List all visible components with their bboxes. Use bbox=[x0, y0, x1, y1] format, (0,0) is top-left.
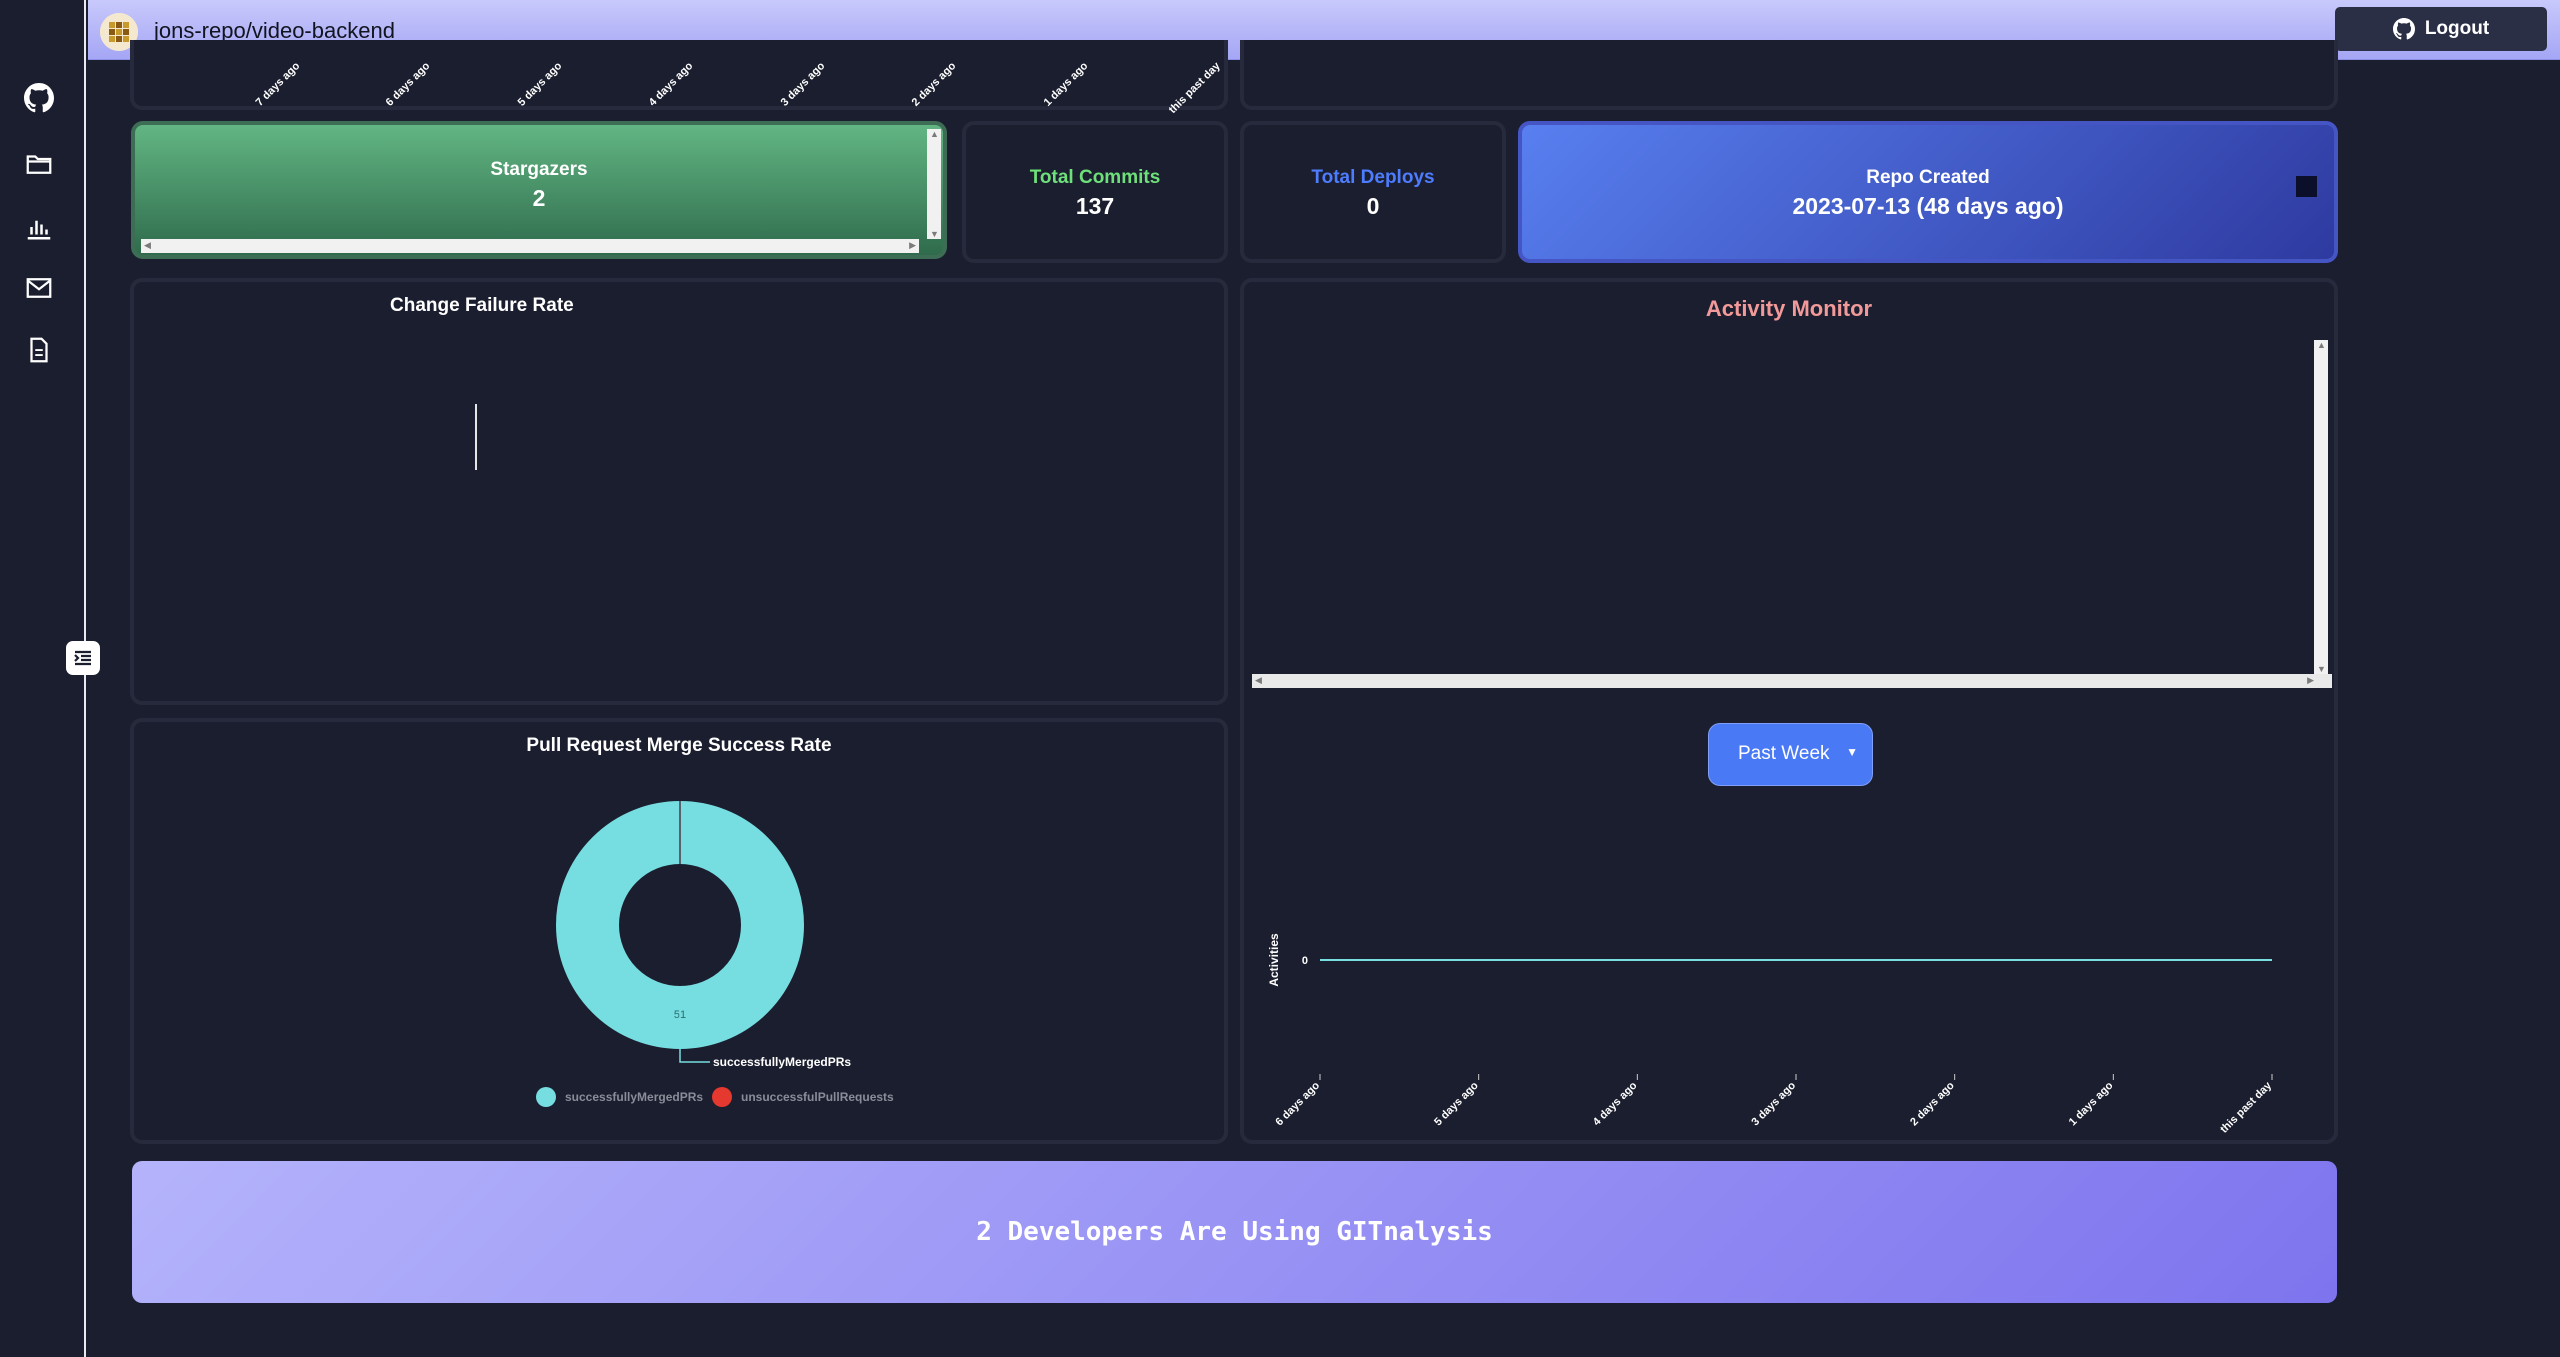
activity-line-chart: Activities 0 6 days ago 5 days ago 4 days … bbox=[1267, 933, 2275, 1136]
menu-collapse-icon bbox=[74, 650, 91, 666]
mail-icon[interactable] bbox=[22, 271, 56, 305]
x-tick-label: 3 days ago bbox=[778, 60, 828, 109]
change-failure-panel: Change Failure Rate bbox=[130, 278, 1228, 705]
top-chart-panel: 7 days ago 6 days ago 5 days ago 4 days … bbox=[130, 40, 1228, 116]
x-tick-label: this past day bbox=[2218, 1079, 2275, 1136]
top-right-panel bbox=[1240, 40, 2338, 110]
x-tick-label: 2 days ago bbox=[909, 60, 959, 109]
x-tick-label: 4 days ago bbox=[646, 60, 696, 109]
x-tick-label: 6 days ago bbox=[1273, 1079, 1322, 1128]
logout-label: Logout bbox=[2424, 18, 2490, 39]
pr-merge-title: Pull Request Merge Success Rate bbox=[526, 735, 832, 756]
deploys-value: 0 bbox=[1366, 193, 1380, 219]
github-icon[interactable] bbox=[22, 81, 56, 115]
deploys-label: Total Deploys bbox=[1311, 167, 1435, 188]
developers-banner-text: 2 Developers Are Using GITnalysis bbox=[976, 1217, 1493, 1247]
bar-chart-icon[interactable] bbox=[22, 210, 56, 244]
change-failure-mark bbox=[475, 404, 477, 470]
y-tick-label: 0 bbox=[1302, 955, 1308, 967]
repo-created-label: Repo Created bbox=[1866, 167, 1990, 188]
x-tick-label: 7 days ago bbox=[253, 60, 303, 109]
color-swatch bbox=[2296, 176, 2317, 197]
logout-button[interactable]: Logout bbox=[2335, 7, 2547, 51]
change-failure-title: Change Failure Rate bbox=[390, 295, 574, 316]
time-range-dropdown[interactable]: Past Week ▼ bbox=[1708, 723, 1873, 786]
dropdown-label: Past Week bbox=[1738, 743, 1830, 764]
vertical-scrollbar[interactable]: ▲ ▼ bbox=[2314, 340, 2328, 674]
repo-created-value: 2023-07-13 (48 days ago) bbox=[1792, 193, 2064, 219]
developers-banner: 2 Developers Are Using GITnalysis bbox=[132, 1161, 2337, 1303]
vertical-scrollbar[interactable]: ▲ ▼ bbox=[927, 129, 941, 239]
horizontal-scrollbar[interactable]: ◀ ▶ bbox=[141, 239, 919, 253]
legend-label-unsuccessful[interactable]: unsuccessfulPullRequests bbox=[741, 1090, 894, 1104]
commits-value: 137 bbox=[1075, 193, 1115, 219]
legend-dot-unsuccessful[interactable] bbox=[712, 1087, 732, 1107]
pr-donut-chart: 51 successfullyMergedPRs bbox=[556, 801, 851, 1069]
repo-created-card: Repo Created 2023-07-13 (48 days ago) bbox=[1518, 121, 2338, 263]
x-tick-label: 5 days ago bbox=[515, 60, 565, 109]
x-tick-label: 5 days ago bbox=[1432, 1079, 1481, 1128]
chevron-down-icon: ▼ bbox=[1846, 745, 1858, 759]
sidebar-toggle-button[interactable] bbox=[66, 641, 100, 675]
stargazers-card: Stargazers 2 ▲ ▼ ◀ ▶ bbox=[131, 121, 947, 259]
x-tick-label: 3 days ago bbox=[1749, 1079, 1798, 1128]
sidebar bbox=[0, 0, 86, 1357]
stargazers-value: 2 bbox=[532, 185, 546, 211]
callout-label: successfullyMergedPRs bbox=[713, 1055, 851, 1069]
document-icon[interactable] bbox=[22, 333, 56, 367]
stargazers-label: Stargazers bbox=[490, 159, 588, 180]
horizontal-scrollbar[interactable]: ◀ ▶ bbox=[1252, 674, 2332, 688]
commits-card: Total Commits 137 bbox=[962, 121, 1228, 263]
github-icon bbox=[2392, 18, 2415, 40]
folder-icon[interactable] bbox=[22, 147, 56, 181]
x-tick-label: 1 days ago bbox=[1041, 60, 1091, 109]
legend-dot-merged[interactable] bbox=[536, 1087, 556, 1107]
deploys-card: Total Deploys 0 bbox=[1240, 121, 1506, 263]
y-axis-label: Activities bbox=[1267, 933, 1281, 987]
x-tick-label: 4 days ago bbox=[1591, 1079, 1640, 1128]
x-tick-label: 2 days ago bbox=[1908, 1079, 1957, 1128]
x-tick-label: this past day bbox=[1166, 60, 1223, 117]
activity-monitor-title: Activity Monitor bbox=[1705, 296, 1873, 321]
commits-label: Total Commits bbox=[1029, 167, 1161, 188]
legend-label-merged[interactable]: successfullyMergedPRs bbox=[565, 1090, 703, 1104]
x-tick-label: 1 days ago bbox=[2067, 1079, 2116, 1128]
x-tick-label: 6 days ago bbox=[383, 60, 433, 109]
